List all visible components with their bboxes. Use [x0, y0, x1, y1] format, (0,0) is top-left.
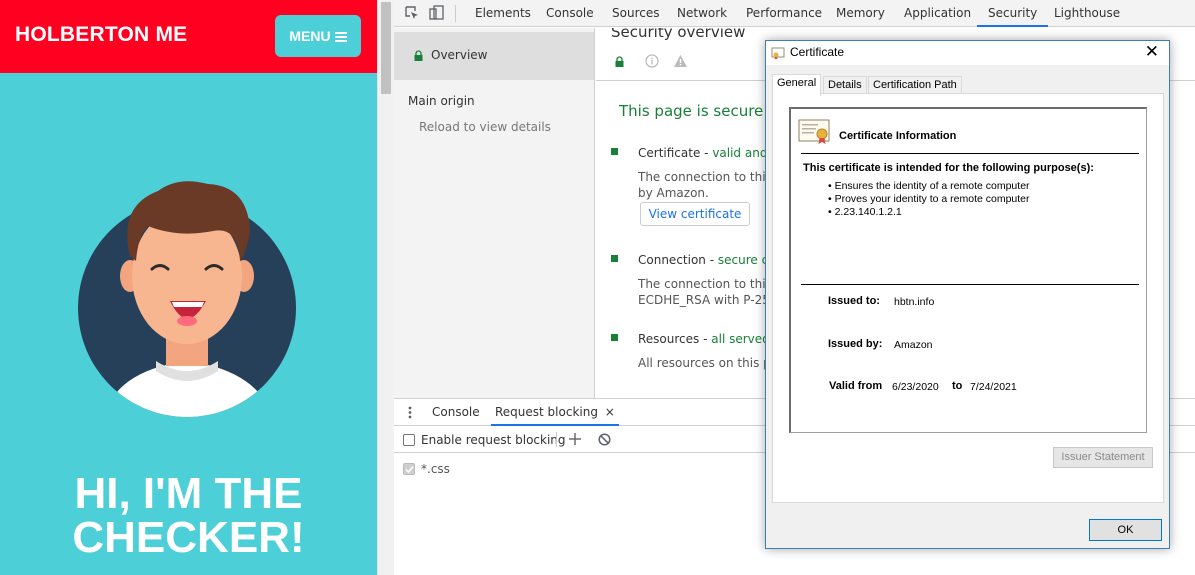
sidebar-main-origin: Main origin [408, 94, 475, 108]
add-pattern-icon[interactable] [569, 433, 581, 445]
more-options-icon[interactable] [408, 406, 412, 419]
connection-status-bullet [611, 255, 618, 262]
device-toolbar-icon[interactable] [429, 5, 445, 21]
issued-by-label: Issued by: [828, 338, 883, 350]
connection-desc-line-1: The connection to this s [638, 277, 782, 291]
checkmark-icon [405, 466, 414, 474]
clear-patterns-icon[interactable] [598, 433, 611, 446]
hero-line-2: CHECKER! [72, 513, 305, 562]
dialog-title: Certificate [790, 45, 845, 59]
certificate-desc-line-1: The connection to this s [638, 170, 782, 184]
drawer-tab-request-blocking-label: Request blocking [495, 405, 598, 419]
hamburger-icon [334, 31, 347, 42]
warning-icon [674, 55, 687, 67]
tab-security[interactable]: Security [977, 0, 1049, 27]
certificate-label: Certificate [638, 146, 701, 160]
tab-performance[interactable]: Performance [740, 0, 828, 27]
dialog-tab-general[interactable]: General [772, 74, 822, 96]
general-panel: Certificate Information This certificate… [772, 93, 1164, 503]
menu-label: MENU [289, 28, 331, 44]
security-state-icons [613, 53, 703, 73]
issued-to-label: Issued to: [828, 295, 880, 307]
toolbar-divider [455, 5, 456, 22]
sidebar-item-overview[interactable]: Overview [394, 32, 594, 80]
certificate-info-title: Certificate Information [839, 130, 957, 142]
certificate-desc-line-2: by Amazon. [638, 186, 709, 200]
resources-label: Resources [638, 332, 700, 346]
security-overview-title: Security overview [611, 28, 746, 41]
secure-lock-icon [615, 56, 624, 67]
valid-from-value: 6/23/2020 [892, 381, 939, 393]
valid-from-label: Valid from [829, 380, 883, 392]
drawer-tab-request-blocking[interactable]: Request blocking × [491, 399, 619, 426]
hero-heading: HI, I'M THE CHECKER! [0, 472, 377, 560]
avatar-illustration [78, 181, 296, 417]
issued-to-value: hbtn.info [894, 296, 935, 308]
purpose-item: • 2.23.140.1.2.1 [828, 206, 902, 218]
tab-application[interactable]: Application [898, 0, 977, 27]
toolbar-separator [556, 432, 557, 447]
blocked-pattern: *.css [421, 462, 450, 476]
certificate-badge-icon [798, 119, 830, 144]
website-viewport: HOLBERTON ME MENU HI, I'M THE CHECKER! [0, 0, 377, 575]
lock-icon [414, 50, 423, 61]
info-icon [645, 54, 659, 68]
info-divider-bottom [801, 284, 1139, 285]
certificate-info-box: Certificate Information This certificate… [789, 107, 1147, 433]
security-sidebar: Overview Main origin Reload to view deta… [394, 28, 595, 398]
certificate-status-bullet [611, 148, 618, 155]
purpose-item: • Proves your identity to a remote compu… [828, 193, 1030, 205]
site-brand[interactable]: HOLBERTON ME [15, 23, 187, 47]
tab-elements[interactable]: Elements [469, 0, 537, 27]
issued-by-value: Amazon [894, 339, 933, 351]
hero-line-1: HI, I'M THE [74, 469, 303, 518]
tab-network[interactable]: Network [671, 0, 733, 27]
resources-desc: All resources on this pag [638, 356, 786, 370]
info-divider-top [801, 153, 1139, 154]
view-certificate-button[interactable]: View certificate [640, 202, 750, 226]
ok-button[interactable]: OK [1089, 519, 1162, 541]
sidebar-reload-hint: Reload to view details [419, 120, 551, 134]
purpose-item: • Ensures the identity of a remote compu… [828, 180, 1030, 192]
scrollbar-thumb[interactable] [381, 2, 391, 94]
tab-memory[interactable]: Memory [830, 0, 891, 27]
site-header: HOLBERTON ME MENU [0, 0, 377, 73]
connection-label: Connection [638, 253, 706, 267]
enable-request-blocking-label: Enable request blocking [421, 433, 566, 447]
drawer-tab-console[interactable]: Console [432, 399, 480, 426]
tab-console[interactable]: Console [540, 0, 600, 27]
purpose-heading: This certificate is intended for the fol… [803, 162, 1094, 174]
valid-to-label: to [952, 380, 963, 392]
purpose-text-3: 2.23.140.1.2.1 [834, 206, 902, 218]
resources-status-bullet [611, 334, 618, 341]
issuer-statement-button[interactable]: Issuer Statement [1053, 447, 1153, 468]
certificate-dialog: Certificate ✕ General Details Certificat… [765, 40, 1170, 549]
close-tab-icon[interactable]: × [605, 405, 615, 419]
enable-request-blocking-checkbox[interactable] [403, 434, 415, 446]
close-icon[interactable]: ✕ [1145, 43, 1159, 61]
certificate-icon [771, 47, 785, 60]
devtools-tabbar: Elements Console Sources Network Perform… [394, 0, 1195, 27]
inspect-element-icon[interactable] [404, 5, 420, 21]
purpose-text-2: Proves your identity to a remote compute… [834, 193, 1030, 205]
connection-heading: Connection - secure con [638, 253, 784, 267]
menu-button[interactable]: MENU [275, 15, 361, 57]
purpose-text-1: Ensures the identity of a remote compute… [834, 180, 1030, 192]
valid-to-value: 7/24/2021 [970, 381, 1017, 393]
connection-desc-line-2: ECDHE_RSA with P-256, [638, 293, 782, 307]
sidebar-item-overview-label: Overview [431, 48, 488, 62]
tab-lighthouse[interactable]: Lighthouse [1048, 0, 1126, 27]
dialog-titlebar[interactable]: Certificate ✕ [766, 41, 1169, 65]
tab-sources[interactable]: Sources [606, 0, 665, 27]
page-scrollbar[interactable] [377, 0, 394, 575]
